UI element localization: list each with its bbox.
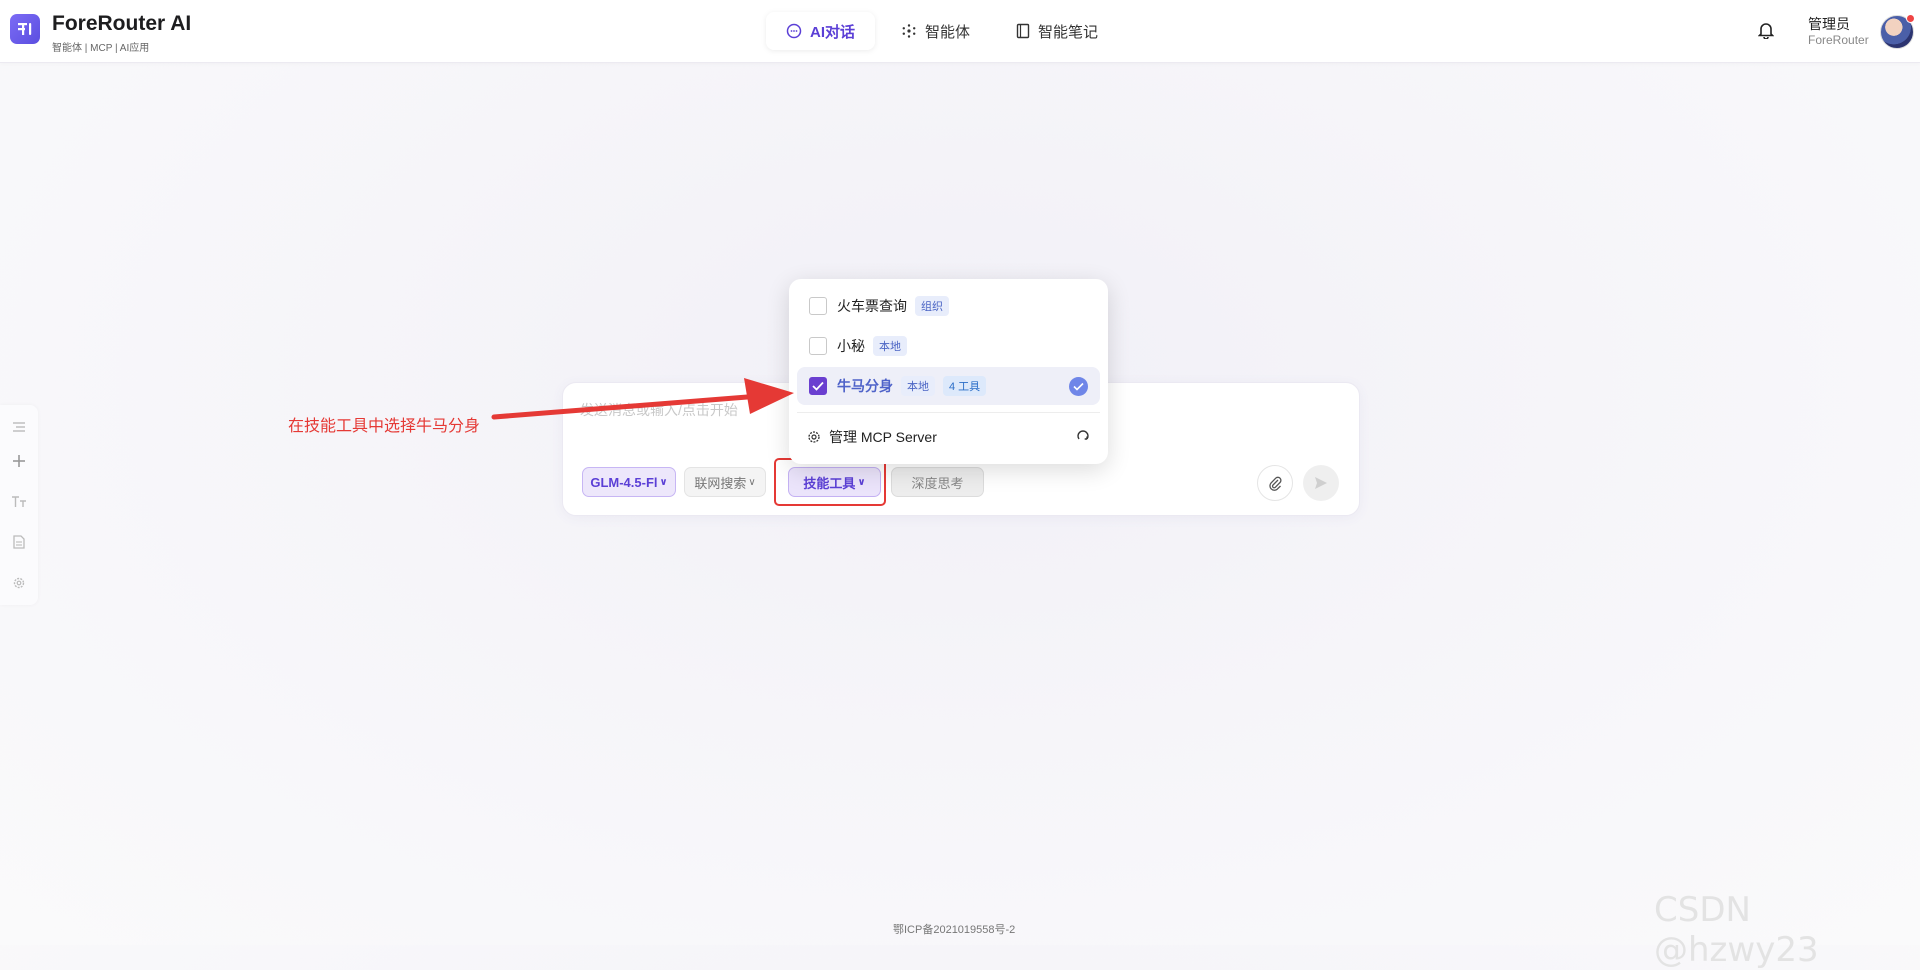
model-select-label: GLM-4.5-Fl xyxy=(590,474,658,490)
skill-tools-dropdown: 火车票查询 组织 小秘 本地 牛马分身 本地 4 工具 管理 MCP Serve… xyxy=(789,279,1108,464)
tab-notes[interactable]: 智能笔记 xyxy=(996,12,1118,50)
deep-think-label: 深度思考 xyxy=(911,475,964,491)
tab-agents-label: 智能体 xyxy=(925,23,971,41)
rail-list-button[interactable] xyxy=(10,418,28,436)
logo-icon xyxy=(18,23,32,35)
dropdown-item-label: 火车票查询 xyxy=(837,298,907,314)
bell-icon xyxy=(1757,23,1775,40)
watermark-text: CSDN @hzwy23 xyxy=(1654,890,1819,970)
dropdown-item-xiaomi[interactable]: 小秘 本地 xyxy=(797,327,1100,365)
tab-notes-label: 智能笔记 xyxy=(1038,23,1099,41)
brand-subtitle: 智能体 | MCP | AI应用 xyxy=(52,43,150,54)
rail-document-button[interactable] xyxy=(10,533,28,551)
tool-count-tag: 4 工具 xyxy=(943,376,987,396)
scope-tag: 组织 xyxy=(915,296,949,316)
web-search-toggle[interactable]: 联网搜索 ∨ xyxy=(684,467,766,497)
web-search-label: 联网搜索 xyxy=(694,475,747,491)
send-icon xyxy=(1315,477,1327,489)
icp-footer[interactable]: 鄂ICP备2021019558号-2 xyxy=(893,921,1015,937)
left-rail xyxy=(0,405,38,605)
scope-tag: 本地 xyxy=(873,336,907,356)
dropdown-item-train-ticket[interactable]: 火车票查询 组织 xyxy=(797,287,1100,325)
rail-new-chat-button[interactable] xyxy=(10,452,28,470)
paperclip-icon xyxy=(1269,476,1282,491)
plus-icon xyxy=(13,455,25,467)
annotation-highlight-box xyxy=(774,458,886,506)
chat-bubble-icon xyxy=(786,23,802,39)
rail-text-button[interactable] xyxy=(10,493,28,511)
manage-mcp-server-button[interactable]: 管理 MCP Server xyxy=(797,418,1100,456)
manage-mcp-label: 管理 MCP Server xyxy=(829,429,937,445)
annotation-arrow-icon xyxy=(491,378,794,420)
dropdown-item-niuma[interactable]: 牛马分身 本地 4 工具 xyxy=(797,367,1100,405)
user-name: 管理员 xyxy=(1808,16,1850,32)
selected-check-icon xyxy=(1069,377,1088,396)
dropdown-item-label: 小秘 xyxy=(837,338,865,354)
refresh-icon[interactable] xyxy=(1076,429,1090,443)
checkbox-checked[interactable] xyxy=(809,377,827,395)
deep-think-toggle[interactable]: 深度思考 xyxy=(891,467,984,497)
scope-tag: 本地 xyxy=(901,376,935,396)
main-nav: AI对话 智能体 智能笔记 xyxy=(766,12,1118,50)
notebook-icon xyxy=(1016,23,1030,39)
gear-icon xyxy=(13,577,25,589)
attach-button[interactable] xyxy=(1257,465,1293,501)
checkbox[interactable] xyxy=(809,297,827,315)
gear-icon xyxy=(808,431,820,443)
brand-title: ForeRouter AI xyxy=(52,12,192,35)
checkbox[interactable] xyxy=(809,337,827,355)
user-org: ForeRouter xyxy=(1808,33,1869,47)
check-icon xyxy=(812,381,824,391)
dropdown-item-label: 牛马分身 xyxy=(837,378,893,394)
document-icon xyxy=(13,535,25,549)
tab-agents[interactable]: 智能体 xyxy=(881,12,990,50)
app-logo[interactable] xyxy=(10,14,40,44)
list-icon xyxy=(13,422,25,432)
notification-bell[interactable] xyxy=(1757,21,1775,44)
rail-settings-button[interactable] xyxy=(10,574,28,592)
top-header: ForeRouter AI 智能体 | MCP | AI应用 AI对话 智能体 xyxy=(0,0,1920,63)
avatar-status-dot xyxy=(1906,14,1915,23)
model-select[interactable]: GLM-4.5-Fl ∨ xyxy=(582,467,676,497)
dropdown-divider xyxy=(797,412,1100,413)
text-format-icon xyxy=(12,496,26,507)
tab-ai-chat-label: AI对话 xyxy=(810,23,856,41)
chevron-down-icon: ∨ xyxy=(659,476,668,488)
chevron-down-icon: ∨ xyxy=(748,476,756,488)
sparkle-icon xyxy=(902,24,916,38)
tab-ai-chat[interactable]: AI对话 xyxy=(766,12,876,50)
annotation-text: 在技能工具中选择牛马分身 xyxy=(288,418,481,435)
send-button[interactable] xyxy=(1303,465,1339,501)
